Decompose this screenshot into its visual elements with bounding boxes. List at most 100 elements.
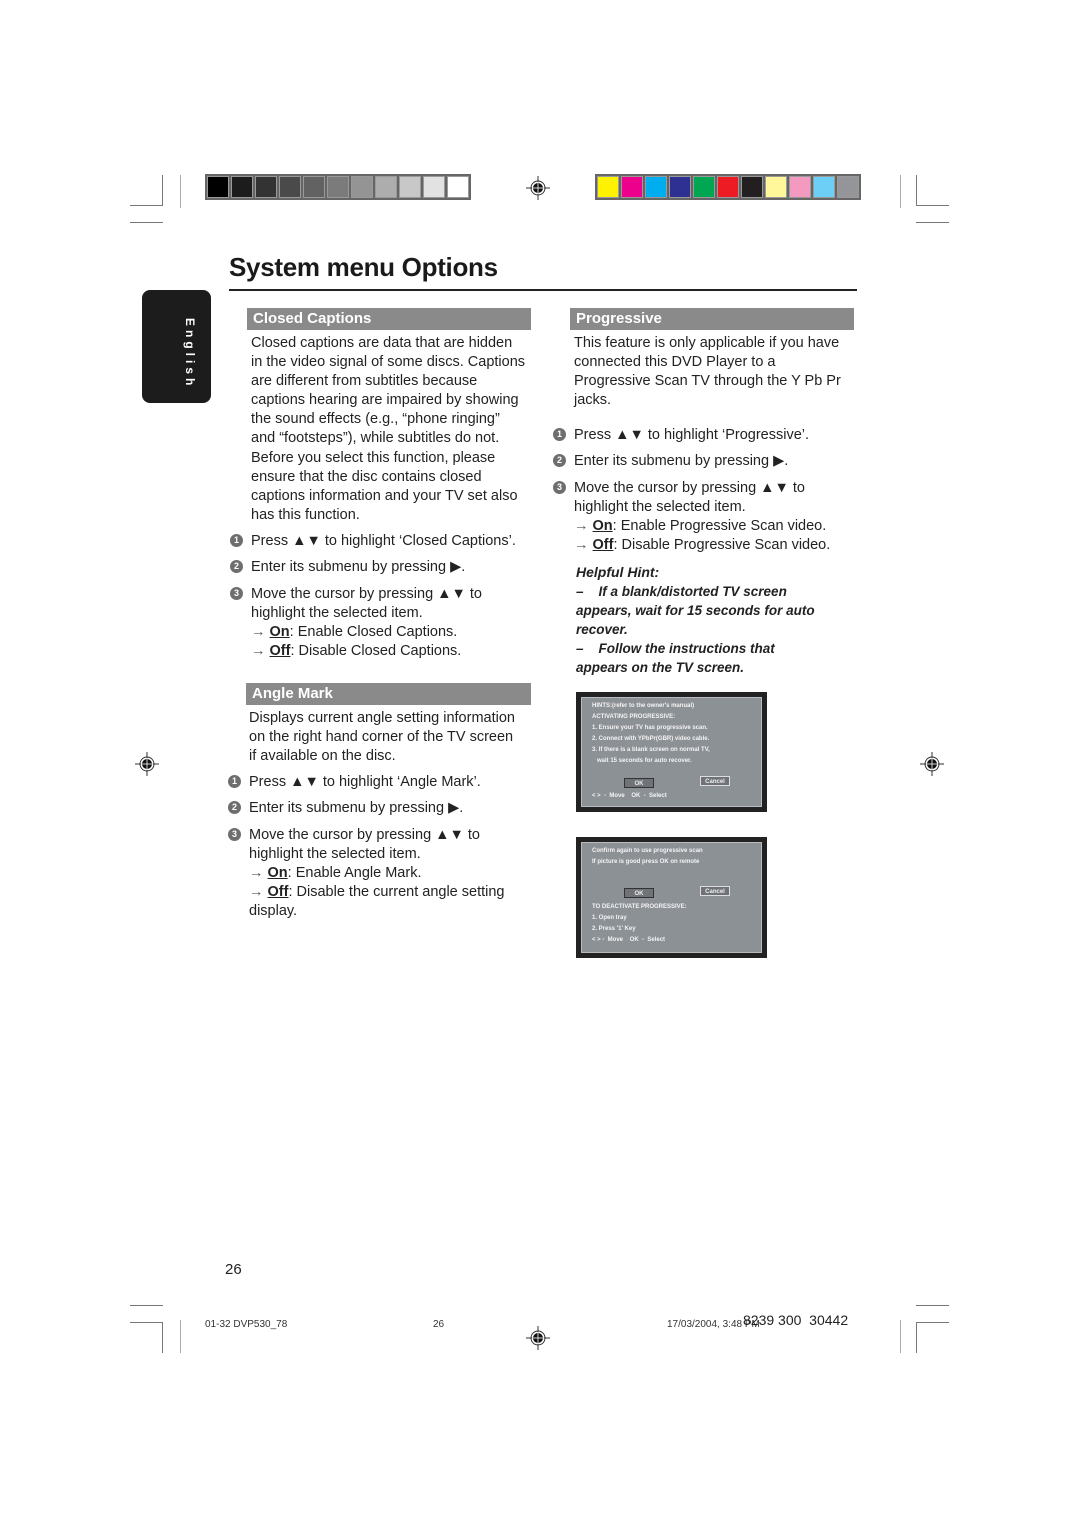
crop-mark <box>162 175 163 206</box>
osd-dialog: HINTS:(refer to the owner's manual) ACTI… <box>581 697 762 807</box>
footer-page: 26 <box>433 1319 445 1330</box>
text-line: Move the cursor by pressing ▲▼ to <box>251 586 482 602</box>
text-line: highlight the selected item. <box>251 605 423 621</box>
crop-mark <box>130 1305 163 1306</box>
text-line: captions hearing are impaired by showing <box>251 392 519 409</box>
option-key: On <box>267 865 288 881</box>
option-description: : Enable Angle Mark. <box>287 865 422 881</box>
color-swatch <box>303 176 325 198</box>
text-line: connected this DVD Player to a <box>574 354 776 371</box>
color-swatch <box>447 176 469 198</box>
color-swatch <box>717 176 739 198</box>
crop-mark <box>180 1320 181 1353</box>
option-on: → On: Enable Angle Mark. <box>249 864 504 883</box>
option-key: On <box>269 624 290 640</box>
step-3-text: Move the cursor by pressing ▲▼ to highli… <box>249 826 504 921</box>
text-line: has this function. <box>251 506 360 523</box>
page-number: 26 <box>225 1261 242 1278</box>
text-line: appears on the TV screen. <box>576 660 745 675</box>
text-line: appears, wait for 15 seconds for auto <box>576 603 815 618</box>
crop-mark <box>916 1322 917 1353</box>
color-swatch <box>645 176 667 198</box>
option-description: : Enable Progressive Scan video. <box>612 518 827 534</box>
arrow-right-icon: → <box>249 884 264 900</box>
option-key: On <box>592 518 613 534</box>
text-line: jacks. <box>574 392 612 409</box>
color-swatch <box>765 176 787 198</box>
option-key: Off <box>269 643 291 659</box>
text-line: – If a blank/distorted TV screen <box>576 584 787 599</box>
page-title: System menu Options <box>229 252 498 282</box>
text-line: captions information and your TV set als… <box>251 487 518 504</box>
osd-dialog: Confirm again to use progressive scan If… <box>581 842 762 953</box>
color-swatch <box>813 176 835 198</box>
step-3-text: Move the cursor by pressing ▲▼ to highli… <box>251 585 482 661</box>
title-divider <box>229 289 857 291</box>
color-swatch <box>621 176 643 198</box>
color-swatch <box>837 176 859 198</box>
crop-mark <box>130 222 163 223</box>
step-number-badge: 3 <box>230 587 243 600</box>
osd-text-line: Confirm again to use progressive scan <box>592 848 703 854</box>
footer-product-code: 8239 300 30442 <box>743 1312 849 1328</box>
registration-mark-icon <box>135 752 159 776</box>
osd-text-line: HINTS:(refer to the owner's manual) <box>592 703 695 709</box>
crop-mark <box>900 175 901 208</box>
step-number-badge: 3 <box>228 828 241 841</box>
color-swatch <box>399 176 421 198</box>
osd-screenshot-confirm-progressive: Confirm again to use progressive scan If… <box>576 837 767 958</box>
color-swatch <box>423 176 445 198</box>
arrow-right-icon: → <box>249 865 264 881</box>
osd-text-line: 3. If there is a blank screen on normal … <box>592 747 710 753</box>
section-heading-progressive: Progressive <box>570 308 854 330</box>
text-line: Move the cursor by pressing ▲▼ to <box>249 827 480 843</box>
text-line: the sound effects (e.g., “phone ringing” <box>251 411 500 428</box>
text-line: Progressive Scan TV through the Y Pb Pr <box>574 373 841 390</box>
helpful-hint-body: – If a blank/distorted TV screen appears… <box>576 582 815 677</box>
color-swatch <box>231 176 253 198</box>
arrow-right-icon: → <box>251 643 266 659</box>
option-key: Off <box>267 884 289 900</box>
text-line: display. <box>249 903 298 919</box>
color-swatch <box>669 176 691 198</box>
step-2-text: Enter its submenu by pressing ▶. <box>574 453 789 469</box>
crop-mark <box>162 1322 163 1353</box>
step-1-text: Press ▲▼ to highlight ‘Progressive’. <box>574 427 810 443</box>
option-off: → Off: Disable Closed Captions. <box>251 642 482 661</box>
registration-mark-icon <box>526 176 550 200</box>
option-description: : Disable Progressive Scan video. <box>613 537 831 553</box>
color-swatch <box>597 176 619 198</box>
registration-mark-icon <box>920 752 944 776</box>
step-number-badge: 2 <box>228 801 241 814</box>
crop-mark <box>916 205 949 206</box>
language-tab <box>142 290 211 403</box>
angle-mark-description: Displays current angle setting informati… <box>249 709 539 766</box>
osd-text-line: If picture is good press OK on remote <box>592 859 700 865</box>
step-2-text: Enter its submenu by pressing ▶. <box>249 800 464 816</box>
osd-text-line: 2. Press '1' Key <box>592 926 636 932</box>
color-swatch <box>789 176 811 198</box>
text-line: – Follow the instructions that <box>576 641 775 656</box>
osd-text-line: 1. Open tray <box>592 915 627 921</box>
text-line: Move the cursor by pressing ▲▼ to <box>574 480 805 496</box>
step-1-text: Press ▲▼ to highlight ‘Angle Mark’. <box>249 774 481 790</box>
closed-captions-description: Closed captions are data that are hidden… <box>251 334 541 525</box>
text-line: highlight the selected item. <box>249 846 421 862</box>
color-swatch <box>351 176 373 198</box>
color-swatch <box>255 176 277 198</box>
step-2-text: Enter its submenu by pressing ▶. <box>251 559 466 575</box>
crop-mark <box>130 205 163 206</box>
text-line: This feature is only applicable if you h… <box>574 335 840 351</box>
step-number-badge: 1 <box>228 775 241 788</box>
helpful-hint-title: Helpful Hint: <box>576 564 660 580</box>
color-swatch <box>693 176 715 198</box>
step-1-text: Press ▲▼ to highlight ‘Closed Captions’. <box>251 533 516 549</box>
osd-text-line: 1. Ensure your TV has progressive scan. <box>592 725 708 731</box>
crop-mark <box>916 175 917 206</box>
crop-mark <box>900 1320 901 1353</box>
option-description: : Disable Closed Captions. <box>290 643 462 659</box>
option-off: → Off: Disable Progressive Scan video. <box>574 536 830 555</box>
crop-mark <box>130 1322 163 1323</box>
arrow-right-icon: → <box>574 518 589 534</box>
osd-nav-hint: < > - Move OK - Select <box>592 937 666 943</box>
